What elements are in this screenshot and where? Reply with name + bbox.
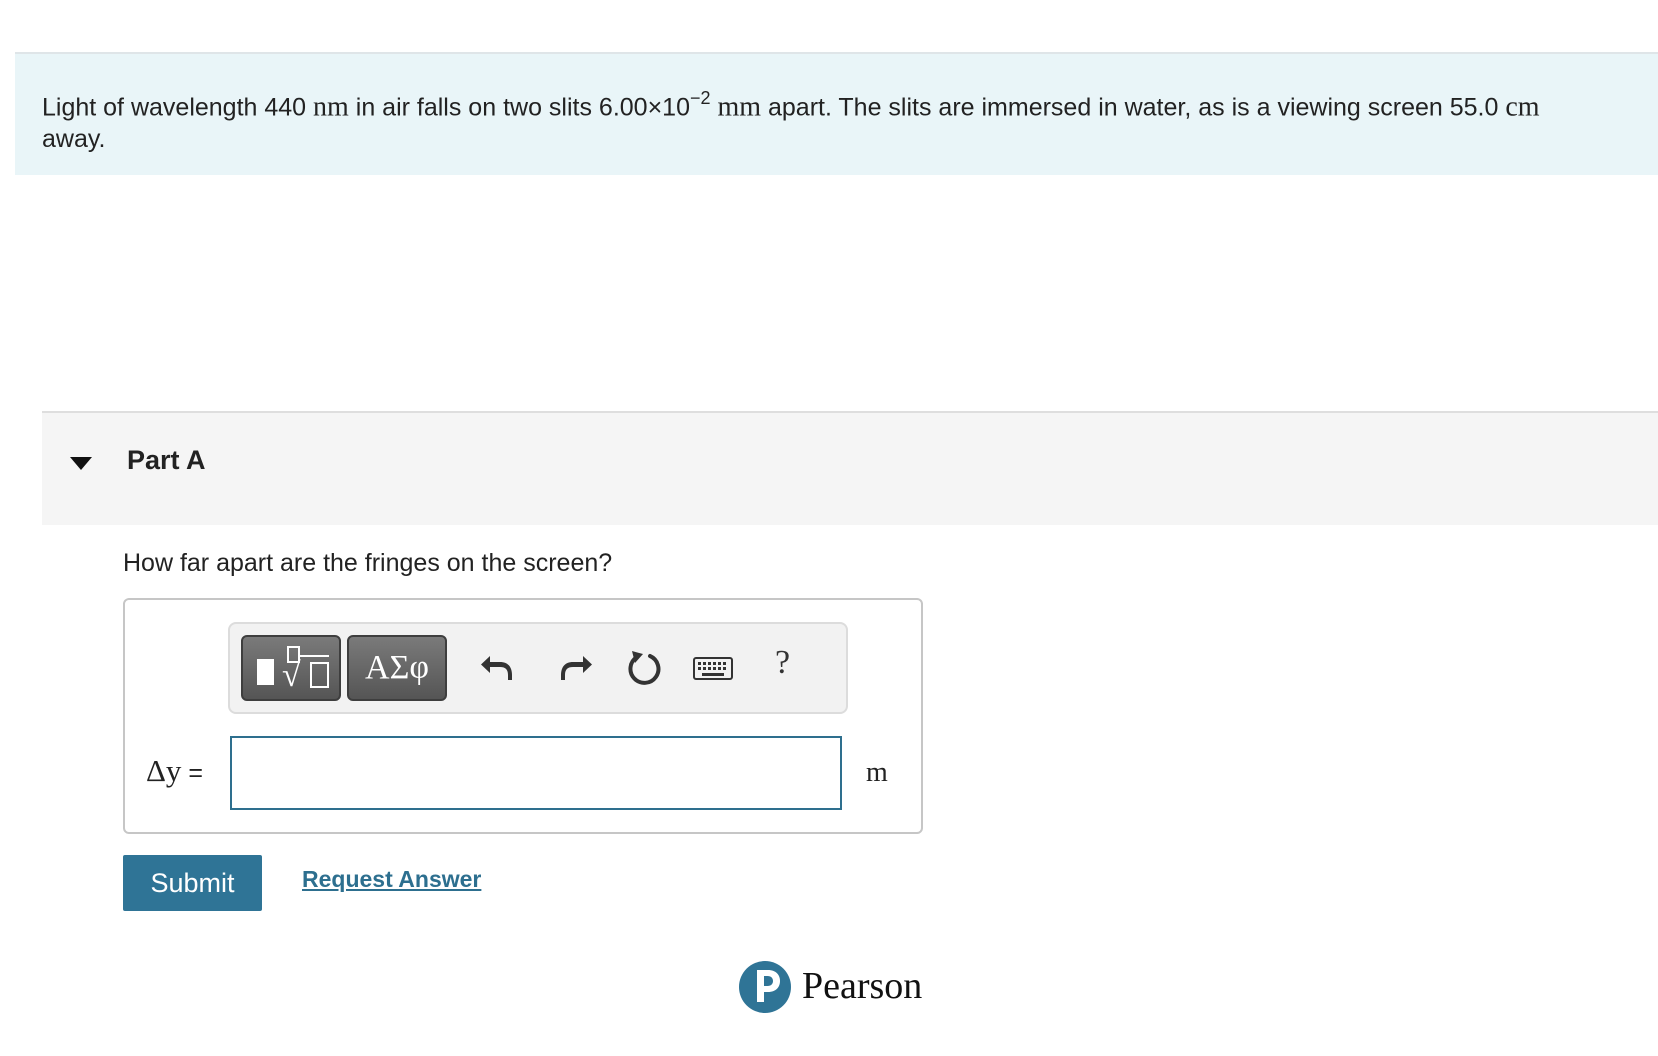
help-button[interactable]: ? <box>775 644 790 682</box>
problem-text-1: Light of wavelength 440 <box>42 93 314 122</box>
variable-label: Δy = <box>146 753 203 789</box>
undo-button[interactable] <box>476 646 520 690</box>
question-text: How far apart are the fringes on the scr… <box>123 549 613 577</box>
keyboard-icon <box>693 657 733 680</box>
part-title: Part A <box>127 445 206 475</box>
unit-nm: nm <box>313 91 349 123</box>
collapse-caret-icon[interactable] <box>70 457 92 470</box>
equals-sign: = <box>181 759 203 787</box>
symbols-label: ΑΣφ <box>365 649 429 686</box>
undo-icon <box>481 656 512 680</box>
templates-button[interactable]: √ <box>241 635 341 701</box>
problem-statement-panel: Light of wavelength 440 nm in air falls … <box>15 52 1658 175</box>
problem-text-3: apart. The slits are immersed in water, … <box>761 93 1506 122</box>
redo-icon <box>561 656 592 680</box>
keyboard-button[interactable] <box>691 646 735 690</box>
templates-icon: √ <box>257 646 329 694</box>
variable-symbol: Δy <box>146 753 182 788</box>
unit-cm: cm <box>1505 91 1540 123</box>
submit-button[interactable]: Submit <box>123 855 262 911</box>
unit-mm: mm <box>717 91 762 123</box>
symbols-button[interactable]: ΑΣφ <box>347 635 447 701</box>
request-answer-link[interactable]: Request Answer <box>302 866 481 893</box>
exponent: −2 <box>689 88 711 108</box>
svg-text:√: √ <box>282 657 301 694</box>
reset-icon <box>628 651 661 685</box>
unit-label: m <box>866 757 888 788</box>
problem-statement: Light of wavelength 440 nm in air falls … <box>42 84 1642 155</box>
answer-input[interactable] <box>230 736 842 810</box>
math-toolbar: √ ΑΣφ ? <box>228 622 848 714</box>
part-a-header[interactable]: Part A <box>42 411 1658 525</box>
problem-text-2: in air falls on two slits 6.00×10 <box>348 93 690 122</box>
problem-text-4: away. <box>42 125 106 154</box>
pearson-name: Pearson <box>802 965 923 1007</box>
reset-button[interactable] <box>622 646 666 690</box>
redo-button[interactable] <box>553 646 597 690</box>
pearson-logo-icon <box>739 961 791 1013</box>
answer-box: √ ΑΣφ ? Δy = m <box>123 598 923 834</box>
